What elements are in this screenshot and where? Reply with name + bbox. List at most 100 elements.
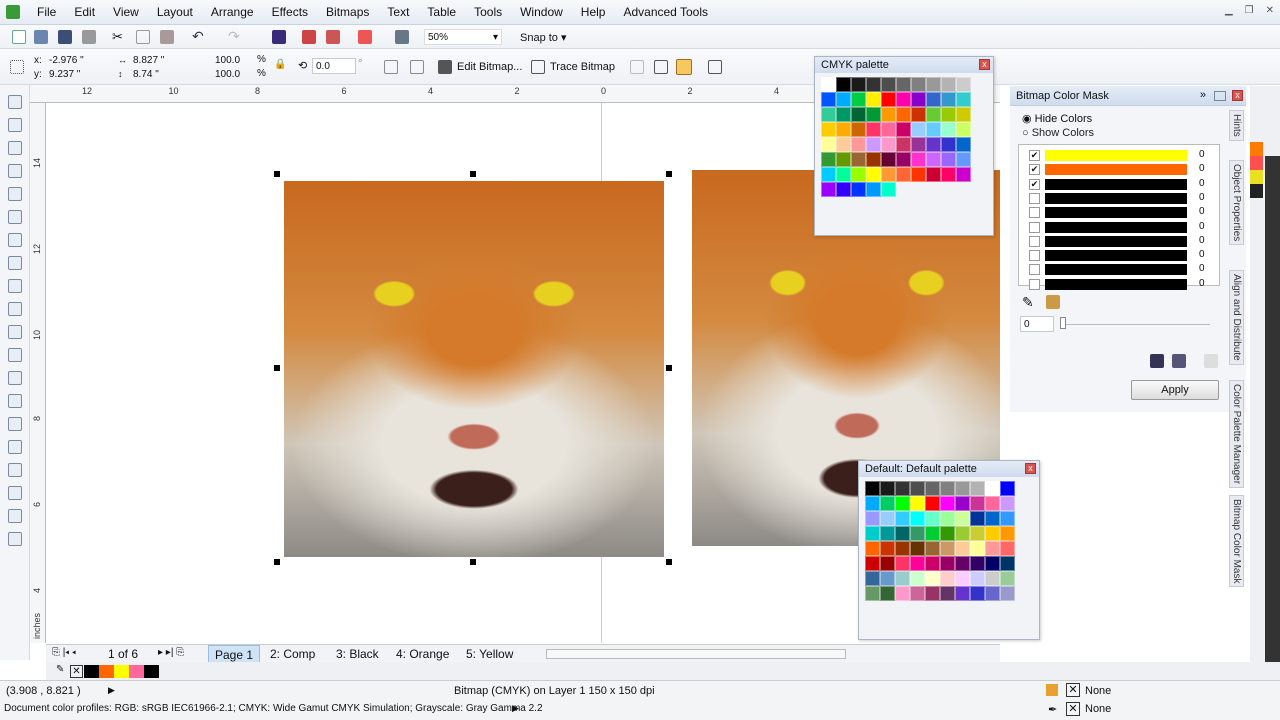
color-swatch[interactable] bbox=[880, 586, 895, 601]
color-swatch[interactable] bbox=[881, 122, 896, 137]
color-swatch[interactable] bbox=[970, 481, 985, 496]
selection-handle[interactable] bbox=[666, 559, 672, 565]
color-swatch[interactable] bbox=[881, 167, 896, 182]
color-swatch[interactable] bbox=[851, 152, 866, 167]
close-window-button[interactable]: ✕ bbox=[1266, 5, 1274, 16]
menu-tools[interactable]: Tools bbox=[465, 5, 511, 19]
color-swatch[interactable] bbox=[865, 526, 880, 541]
color-swatch[interactable] bbox=[821, 92, 836, 107]
color-swatch[interactable] bbox=[985, 496, 1000, 511]
color-swatch[interactable] bbox=[956, 77, 971, 92]
page-tab[interactable]: 2: Comp bbox=[264, 645, 321, 663]
color-swatch[interactable] bbox=[925, 541, 940, 556]
color-swatch[interactable] bbox=[970, 571, 985, 586]
color-swatch[interactable] bbox=[896, 107, 911, 122]
tolerance-slider[interactable] bbox=[1060, 324, 1210, 325]
print-icon[interactable] bbox=[82, 30, 96, 44]
mask-color-row[interactable]: 0 bbox=[1029, 278, 1219, 292]
color-swatch[interactable] bbox=[970, 526, 985, 541]
undo-icon[interactable]: ↶ bbox=[192, 28, 204, 45]
color-swatch[interactable] bbox=[926, 152, 941, 167]
color-swatch[interactable] bbox=[895, 496, 910, 511]
color-swatch[interactable] bbox=[926, 107, 941, 122]
color-swatch[interactable] bbox=[836, 122, 851, 137]
color-swatch[interactable] bbox=[926, 77, 941, 92]
wrap-text-icon[interactable] bbox=[708, 60, 722, 74]
close-icon[interactable]: x bbox=[1232, 90, 1243, 101]
color-swatch[interactable] bbox=[970, 496, 985, 511]
save-mask-icon[interactable] bbox=[1150, 354, 1164, 368]
color-swatch[interactable] bbox=[911, 92, 926, 107]
tool-icon[interactable] bbox=[8, 486, 22, 500]
color-swatch[interactable] bbox=[880, 571, 895, 586]
color-swatch[interactable] bbox=[836, 182, 851, 197]
trace-bitmap-button[interactable]: Trace Bitmap bbox=[550, 61, 615, 73]
color-swatch[interactable] bbox=[866, 182, 881, 197]
color-swatch[interactable] bbox=[911, 137, 926, 152]
color-swatch[interactable] bbox=[940, 571, 955, 586]
crop-bitmap-icon[interactable] bbox=[654, 60, 668, 74]
tool-icon[interactable] bbox=[8, 256, 22, 270]
color-swatch[interactable] bbox=[896, 152, 911, 167]
color-swatch[interactable] bbox=[970, 511, 985, 526]
color-swatch[interactable] bbox=[895, 526, 910, 541]
color-swatch[interactable] bbox=[911, 152, 926, 167]
selection-handle[interactable] bbox=[274, 559, 280, 565]
color-swatch[interactable] bbox=[940, 481, 955, 496]
eyedropper-icon[interactable]: ✎ bbox=[1022, 294, 1034, 311]
color-swatch[interactable] bbox=[910, 481, 925, 496]
mask-color-list[interactable]: ✔ 0 ✔ 0 ✔ 0 0 0 0 0 0 0 0 bbox=[1018, 144, 1220, 290]
color-swatch[interactable] bbox=[896, 167, 911, 182]
color-swatch[interactable] bbox=[1000, 511, 1015, 526]
color-swatch[interactable] bbox=[925, 526, 940, 541]
color-swatch[interactable] bbox=[865, 586, 880, 601]
minimize-docker-icon[interactable] bbox=[1214, 91, 1226, 101]
menu-layout[interactable]: Layout bbox=[148, 5, 202, 19]
color-swatch[interactable] bbox=[910, 511, 925, 526]
color-swatch[interactable] bbox=[880, 496, 895, 511]
color-swatch[interactable] bbox=[1000, 541, 1015, 556]
color-swatch[interactable] bbox=[895, 571, 910, 586]
mask-color-swatch[interactable] bbox=[1045, 178, 1187, 190]
color-swatch[interactable] bbox=[955, 541, 970, 556]
color-swatch[interactable] bbox=[821, 107, 836, 122]
color-swatch[interactable] bbox=[926, 137, 941, 152]
color-swatch[interactable] bbox=[1000, 481, 1015, 496]
mask-color-row[interactable]: 0 bbox=[1029, 249, 1219, 263]
paste-icon[interactable] bbox=[160, 30, 174, 44]
copy-icon[interactable] bbox=[136, 30, 150, 44]
tool-icon[interactable] bbox=[8, 233, 22, 247]
tool-icon[interactable] bbox=[8, 509, 22, 523]
tool-icon[interactable] bbox=[8, 118, 22, 132]
mask-checkbox[interactable]: ✔ bbox=[1029, 150, 1040, 161]
mask-checkbox[interactable] bbox=[1029, 278, 1040, 290]
color-swatch[interactable] bbox=[821, 122, 836, 137]
color-swatch[interactable] bbox=[896, 77, 911, 92]
docker-tab-object-properties[interactable]: Object Properties bbox=[1229, 160, 1244, 246]
mask-color-row[interactable]: 0 bbox=[1029, 235, 1219, 249]
new-icon[interactable] bbox=[12, 30, 26, 44]
hide-colors-radio[interactable]: ◉ Hide Colors bbox=[1022, 112, 1092, 125]
selection-handle[interactable] bbox=[470, 171, 476, 177]
color-swatch[interactable] bbox=[865, 481, 880, 496]
color-swatch[interactable] bbox=[925, 556, 940, 571]
menu-arrange[interactable]: Arrange bbox=[202, 5, 263, 19]
color-swatch[interactable] bbox=[955, 556, 970, 571]
color-swatch[interactable] bbox=[956, 137, 971, 152]
publish-icon[interactable] bbox=[326, 30, 340, 44]
color-swatch[interactable] bbox=[910, 586, 925, 601]
color-swatch[interactable] bbox=[910, 541, 925, 556]
color-swatch[interactable] bbox=[970, 586, 985, 601]
color-swatch[interactable] bbox=[1250, 170, 1263, 184]
color-swatch[interactable] bbox=[1000, 571, 1015, 586]
tool-icon[interactable] bbox=[8, 95, 22, 109]
color-swatch[interactable] bbox=[821, 77, 836, 92]
color-swatch[interactable] bbox=[955, 511, 970, 526]
tool-icon[interactable] bbox=[8, 417, 22, 431]
color-swatch[interactable] bbox=[1250, 156, 1263, 170]
color-swatch[interactable] bbox=[955, 496, 970, 511]
tool-icon[interactable] bbox=[8, 164, 22, 178]
color-swatch[interactable] bbox=[881, 137, 896, 152]
mask-color-row[interactable]: ✔ 0 bbox=[1029, 149, 1219, 163]
tool-icon[interactable] bbox=[8, 440, 22, 454]
